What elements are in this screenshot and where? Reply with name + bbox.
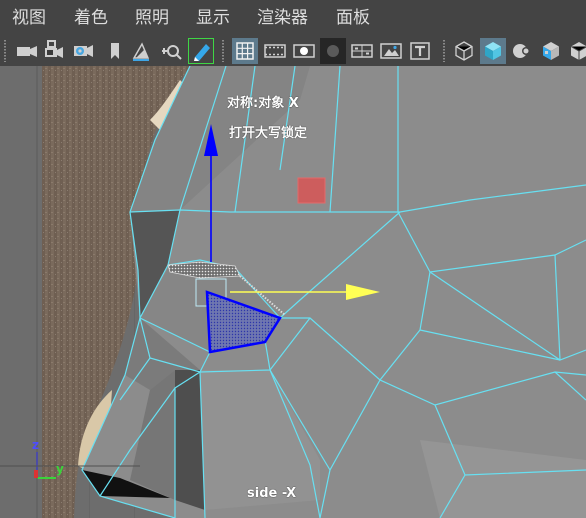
- toolbar-separator: [222, 40, 224, 62]
- camera-lock-icon[interactable]: [42, 38, 68, 64]
- film-gate-icon[interactable]: [262, 38, 288, 64]
- bookmark-icon[interactable]: [102, 38, 128, 64]
- hud-symmetry-label: 对称:对象 X: [227, 96, 299, 111]
- panel-toolbar: [0, 36, 586, 66]
- menu-panels[interactable]: 面板: [336, 7, 370, 29]
- field-chart-icon[interactable]: [349, 38, 375, 64]
- menu-view[interactable]: 视图: [12, 7, 46, 29]
- gate-mask-icon[interactable]: [320, 38, 346, 64]
- grease-pencil-icon[interactable]: [188, 38, 214, 64]
- default-material-icon[interactable]: [509, 38, 535, 64]
- toolbar-separator: [443, 40, 445, 62]
- 3d-viewport[interactable]: 对称:对象 X 打开大写锁定 side -X z y: [0, 66, 586, 518]
- image-plane-icon[interactable]: [128, 38, 154, 64]
- menu-lighting[interactable]: 照明: [135, 7, 169, 29]
- camera-name-label: side -X: [247, 486, 297, 501]
- grid-icon[interactable]: [232, 38, 258, 64]
- panel-menu-bar: 视图 着色 照明 显示 渲染器 面板: [0, 0, 586, 36]
- smooth-shade-icon[interactable]: [480, 38, 506, 64]
- toolbar-separator: [4, 40, 6, 62]
- maya-viewport-panel: 视图 着色 照明 显示 渲染器 面板 对称:对象 X 打开大写锁定 side -…: [0, 0, 586, 518]
- track-geometry-icon[interactable]: [158, 38, 184, 64]
- axis-y-label: y: [56, 462, 64, 476]
- textured-icon[interactable]: [538, 38, 564, 64]
- hud-caps-lock-label: 打开大写锁定: [229, 126, 308, 141]
- menu-shading[interactable]: 着色: [74, 7, 108, 29]
- manipulator-center-handle: [297, 177, 326, 204]
- safe-action-icon[interactable]: [378, 38, 404, 64]
- safe-title-icon[interactable]: [407, 38, 433, 64]
- resolution-gate-icon[interactable]: [291, 38, 317, 64]
- camera-icon[interactable]: [14, 38, 40, 64]
- menu-show[interactable]: 显示: [196, 7, 230, 29]
- axis-z-label: z: [32, 438, 39, 452]
- camera-attributes-icon[interactable]: [70, 38, 96, 64]
- wireframe-icon[interactable]: [451, 38, 477, 64]
- lighting-icon[interactable]: [566, 38, 586, 64]
- menu-renderer[interactable]: 渲染器: [257, 7, 308, 29]
